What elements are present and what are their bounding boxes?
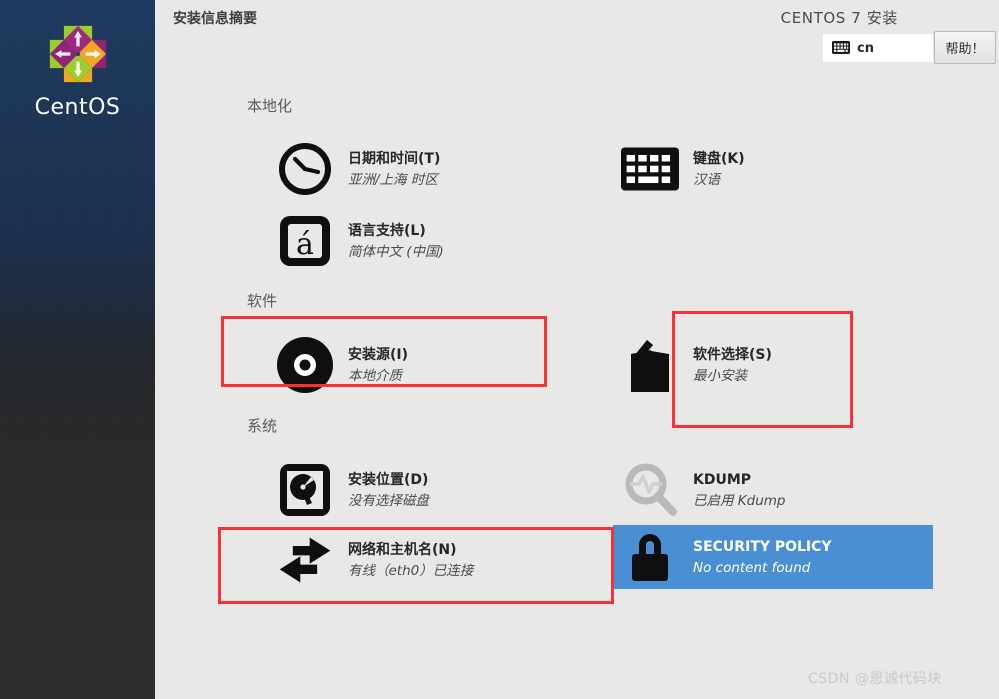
spoke-software-selection[interactable]: 软件选择(S) 最小安装 xyxy=(613,330,913,400)
spoke-subtitle: 最小安装 xyxy=(693,368,747,385)
language-icon: á xyxy=(276,212,334,270)
spoke-title: 语言支持(L) xyxy=(348,223,426,240)
magnifier-icon xyxy=(621,461,679,519)
network-arrows-icon xyxy=(276,531,334,589)
centos-logo-text: CentOS xyxy=(34,95,121,120)
spoke-text: KDUMP 已启用 Kdump xyxy=(693,469,786,510)
installation-summary-screen: CentOS 安装信息摘要 CENTOS 7 安装 cn 帮助！ 本地化 日期和… xyxy=(0,0,999,699)
clock-icon xyxy=(276,140,334,198)
spoke-language-support[interactable]: á 语言支持(L) 简体中文 (中国) xyxy=(268,206,568,276)
spoke-text: SECURITY POLICY No content found xyxy=(693,536,832,577)
keyboard-icon xyxy=(621,140,679,198)
spoke-subtitle: 亚洲/上海 时区 xyxy=(348,172,438,189)
spoke-text: 安装位置(D) 没有选择磁盘 xyxy=(348,469,429,510)
spoke-title: 安装源(I) xyxy=(348,347,409,364)
spoke-subtitle: 已启用 Kdump xyxy=(693,493,786,510)
watermark: CSDN @恩诚代码块 xyxy=(808,671,942,687)
spoke-title: 安装位置(D) xyxy=(348,472,429,489)
lock-icon xyxy=(621,528,679,586)
sidebar-fade xyxy=(0,300,155,699)
section-title-software: 软件 xyxy=(247,292,278,310)
spoke-kdump[interactable]: KDUMP 已启用 Kdump xyxy=(613,455,913,525)
spoke-title: 键盘(K) xyxy=(693,151,745,168)
disc-icon xyxy=(276,336,334,394)
spoke-text: 键盘(K) 汉语 xyxy=(693,148,745,189)
spoke-network-hostname[interactable]: 网络和主机名(N) 有线（eth0）已连接 xyxy=(268,525,568,595)
spoke-text: 日期和时间(T) 亚洲/上海 时区 xyxy=(348,148,440,189)
package-icon xyxy=(621,336,679,394)
centos-logo-icon xyxy=(46,22,110,86)
section-title-system: 系统 xyxy=(247,417,278,435)
spoke-text: 语言支持(L) 简体中文 (中国) xyxy=(348,220,444,261)
centos-branding: CentOS xyxy=(0,22,155,120)
spoke-title: 网络和主机名(N) xyxy=(348,542,457,559)
spoke-keyboard[interactable]: 键盘(K) 汉语 xyxy=(613,134,913,204)
section-title-localization: 本地化 xyxy=(247,97,293,115)
spoke-subtitle: 没有选择磁盘 xyxy=(348,493,429,510)
spoke-installation-destination[interactable]: 安装位置(D) 没有选择磁盘 xyxy=(268,455,568,525)
spoke-text: 软件选择(S) 最小安装 xyxy=(693,344,772,385)
spoke-title: 日期和时间(T) xyxy=(348,151,441,168)
spoke-subtitle: No content found xyxy=(693,560,811,577)
harddisk-icon xyxy=(276,461,334,519)
svg-text:á: á xyxy=(296,227,314,262)
sidebar: CentOS xyxy=(0,0,155,699)
spoke-title: SECURITY POLICY xyxy=(693,539,832,556)
spoke-subtitle: 本地介质 xyxy=(348,368,402,385)
spoke-security-policy[interactable]: SECURITY POLICY No content found xyxy=(613,525,933,589)
spoke-installation-source[interactable]: 安装源(I) 本地介质 xyxy=(268,330,568,400)
spoke-title: KDUMP xyxy=(693,472,752,489)
spoke-subtitle: 汉语 xyxy=(693,172,720,189)
spoke-subtitle: 简体中文 (中国) xyxy=(348,244,444,261)
spoke-text: 安装源(I) 本地介质 xyxy=(348,344,408,385)
spoke-date-time[interactable]: 日期和时间(T) 亚洲/上海 时区 xyxy=(268,134,568,204)
spoke-text: 网络和主机名(N) 有线（eth0）已连接 xyxy=(348,539,473,580)
spoke-subtitle: 有线（eth0）已连接 xyxy=(348,563,474,580)
spoke-title: 软件选择(S) xyxy=(693,347,772,364)
main-content: 本地化 日期和时间(T) 亚洲/上海 时区 键盘(K) 汉语 á 语言支持(L)… xyxy=(155,0,999,699)
